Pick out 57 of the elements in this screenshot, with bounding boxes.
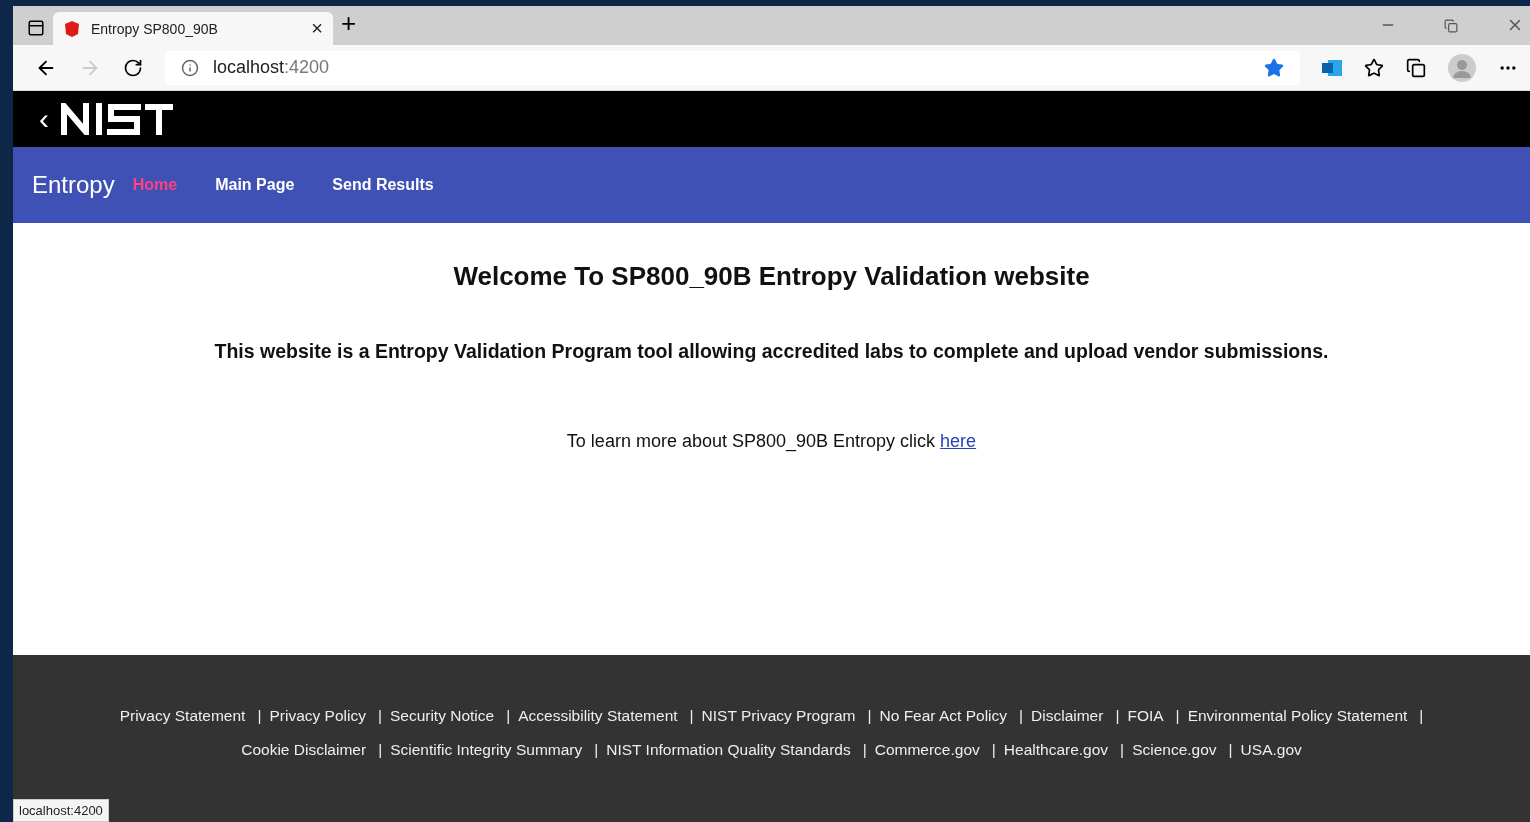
profile-avatar-icon[interactable]	[1448, 53, 1476, 82]
link-separator: |	[1175, 707, 1180, 725]
link-separator: |	[1019, 707, 1024, 725]
link-separator: |	[1228, 741, 1233, 759]
browser-tab[interactable]: Entropy SP800_90B ×	[53, 12, 333, 45]
tab-actions-icon[interactable]	[27, 19, 45, 37]
link-separator: |	[506, 707, 511, 725]
link-separator: |	[378, 741, 383, 759]
info-icon	[181, 58, 199, 77]
footer-link[interactable]: Privacy Statement	[119, 707, 246, 725]
tab-close[interactable]: ×	[311, 17, 323, 40]
collections-icon[interactable]	[1406, 57, 1426, 78]
footer-link[interactable]: Commerce.gov	[874, 741, 980, 759]
status-url-tooltip: localhost:4200	[13, 799, 109, 822]
learn-more-text: To learn more about SP800_90B Entropy click here	[566, 431, 977, 452]
footer-link[interactable]: No Fear Act Policy	[879, 707, 1008, 725]
footer-link[interactable]: Science.gov	[1132, 741, 1217, 759]
footer-link[interactable]: Environmental Policy Statement	[1187, 707, 1408, 725]
favorite-star-icon[interactable]	[1264, 57, 1284, 78]
app-brand: Entropy	[32, 171, 115, 199]
link-separator: |	[1120, 741, 1125, 759]
footer-link[interactable]: NIST Privacy Program	[701, 707, 856, 725]
footer-link[interactable]: Healthcare.gov	[1003, 741, 1109, 759]
link-separator: |	[594, 741, 599, 759]
footer-link[interactable]: NIST Information Quality Standards	[606, 741, 851, 759]
footer-link[interactable]: FOIA	[1127, 707, 1164, 725]
link-separator: |	[377, 707, 382, 725]
reload-icon[interactable]	[123, 57, 143, 78]
link-separator: |	[862, 741, 867, 759]
restore-icon[interactable]	[1444, 19, 1458, 33]
link-separator: |	[257, 707, 262, 725]
mail-app-icon[interactable]	[1322, 58, 1342, 77]
footer-link[interactable]: Security Notice	[389, 707, 495, 725]
footer-link[interactable]: Accessibility Statement	[518, 707, 678, 725]
footer-link[interactable]: Scientific Integrity Summary	[390, 741, 583, 759]
logo-icon[interactable]	[61, 103, 173, 135]
back-chevron[interactable]: ‹	[39, 102, 49, 136]
nav-link[interactable]: Send Results	[332, 176, 434, 194]
footer-link[interactable]: Disclaimer	[1031, 707, 1104, 725]
link-separator: |	[689, 707, 694, 725]
tab-title: Entropy SP800_90B	[91, 20, 218, 37]
nav-link[interactable]: Main Page	[215, 176, 295, 194]
link-separator: |	[1115, 707, 1120, 725]
footer-link[interactable]: USA.gov	[1240, 741, 1302, 759]
shield-icon	[63, 19, 81, 38]
new-tab-button[interactable]: +	[341, 8, 357, 39]
favorites-list-icon[interactable]	[1364, 57, 1384, 78]
page-title: Welcome To SP800_90B Entropy Validation website	[453, 261, 1090, 292]
link-separator: |	[991, 741, 996, 759]
footer-link[interactable]: Privacy Policy	[269, 707, 366, 725]
here-link[interactable]: here	[940, 431, 977, 451]
address-field[interactable]: localhost:4200	[165, 50, 1300, 85]
link-separator: |	[1419, 707, 1424, 725]
footer-link[interactable]: Cookie Disclaimer	[241, 741, 367, 759]
link-separator: |	[867, 707, 872, 725]
page-subtitle: This website is a Entropy Validation Program tool allowing accredited labs to complete and upload vendor submissions.	[214, 340, 1329, 363]
url-text: localhost:4200	[213, 57, 330, 78]
